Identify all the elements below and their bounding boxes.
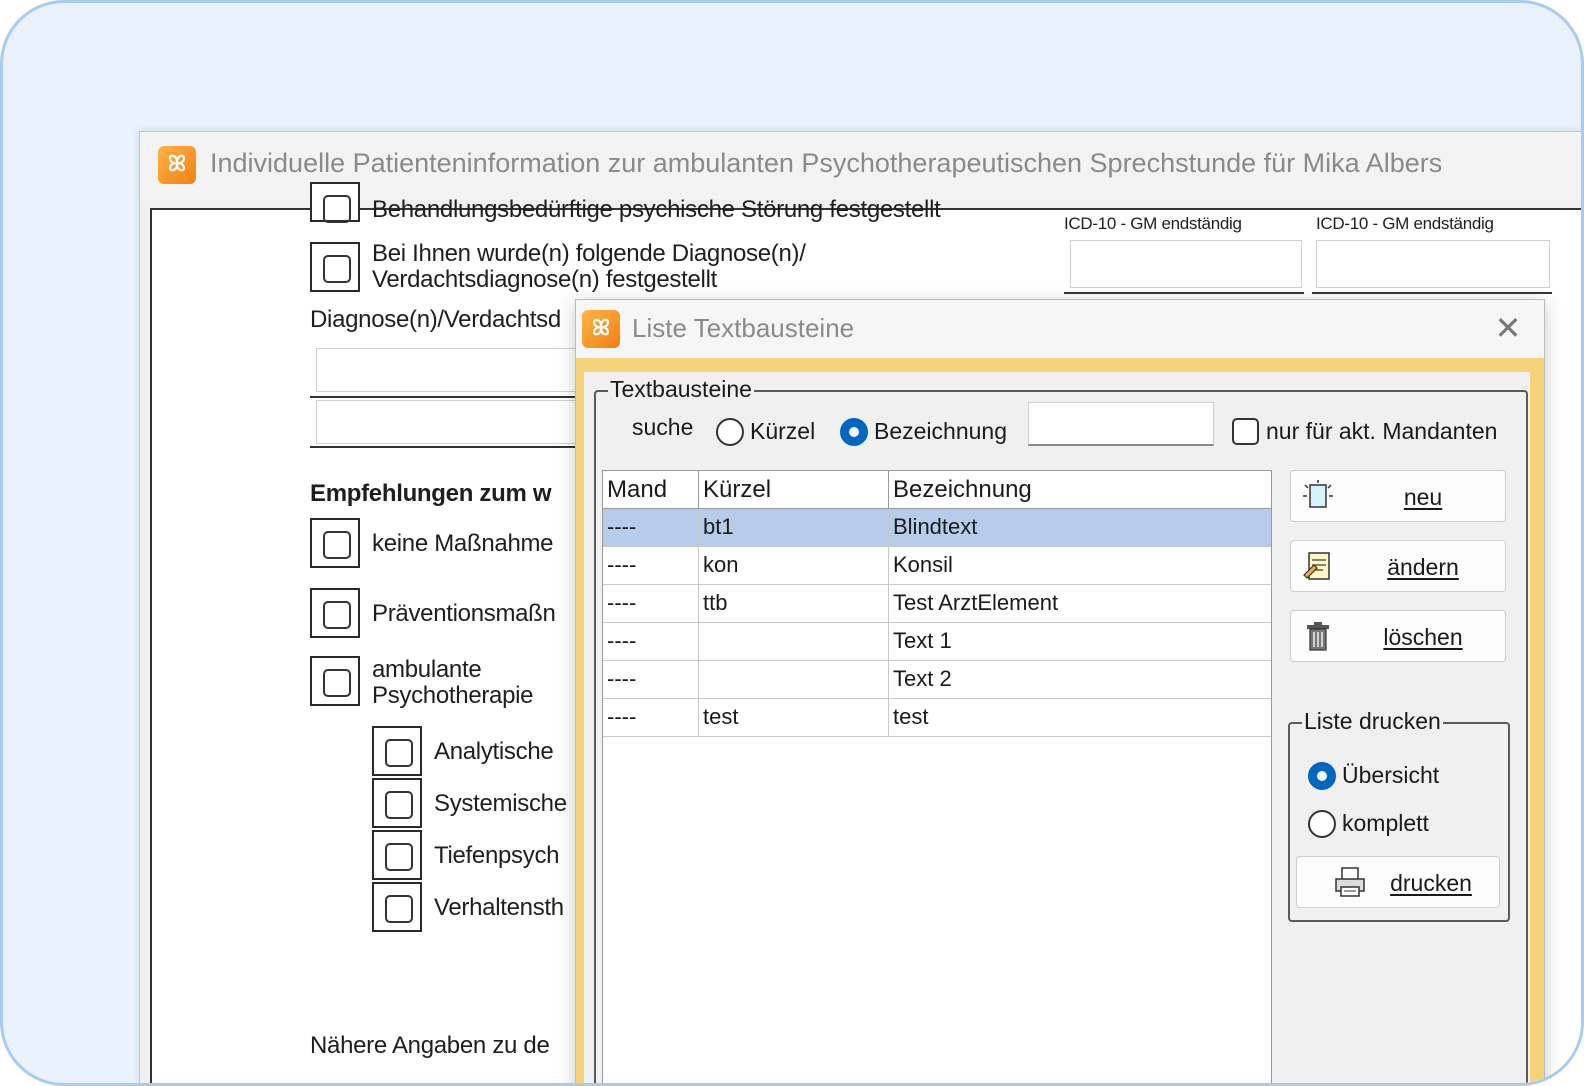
icd-label-1: ICD-10 - GM endständig bbox=[1064, 214, 1242, 233]
list-row[interactable]: ---- test test bbox=[603, 699, 1271, 737]
sub-systemisch-label: Systemische bbox=[434, 790, 567, 817]
print-button[interactable]: drucken bbox=[1296, 856, 1500, 908]
diagnosis-label: Diagnose(n)/Verdachtsd bbox=[310, 306, 561, 333]
checkbox-praevention[interactable] bbox=[310, 588, 360, 638]
delete-button-label: löschen bbox=[1383, 624, 1463, 650]
search-input[interactable] bbox=[1028, 402, 1214, 446]
edit-button-label: ändern bbox=[1387, 554, 1459, 580]
diagnosis-field-2[interactable] bbox=[316, 400, 596, 444]
new-document-icon bbox=[1303, 480, 1333, 508]
cell-bezeichnung: Test ArztElement bbox=[893, 590, 1059, 615]
icd-field-1[interactable] bbox=[1070, 240, 1302, 288]
icd-underline-2 bbox=[1312, 292, 1552, 294]
search-label: suche bbox=[632, 414, 694, 440]
delete-button[interactable]: löschen bbox=[1290, 610, 1506, 662]
cell-kuerzel bbox=[699, 661, 889, 699]
textbausteine-dialog: ꕤ Liste Textbausteine ✕ Textbausteine su… bbox=[575, 299, 1545, 1083]
icd-label-2: ICD-10 - GM endständig bbox=[1316, 214, 1494, 233]
dialog-title: Liste Textbausteine bbox=[632, 313, 855, 343]
app-logo-icon: ꕤ bbox=[158, 146, 196, 184]
radio-uebersicht[interactable] bbox=[1308, 762, 1336, 790]
cell-mand: ---- bbox=[603, 509, 699, 547]
dialog-titlebar: ꕤ Liste Textbausteine ✕ bbox=[576, 300, 1544, 358]
print-button-label: drucken bbox=[1390, 870, 1472, 896]
print-group-label: Liste drucken bbox=[1302, 708, 1443, 735]
textbausteine-group-label: Textbausteine bbox=[608, 376, 754, 403]
cell-bezeichnung: Text 1 bbox=[893, 628, 952, 653]
new-button-label: neu bbox=[1403, 484, 1443, 510]
sub-analytisch-label: Analytische bbox=[434, 738, 554, 765]
diagnosis-text-line2: Verdachtsdiagnose(n) festgestellt bbox=[372, 266, 717, 293]
cell-bezeichnung: Text 2 bbox=[893, 666, 952, 691]
trash-icon bbox=[1307, 622, 1329, 651]
radio-komplett[interactable] bbox=[1308, 810, 1336, 838]
cell-bezeichnung: test bbox=[893, 704, 929, 729]
radio-kuerzel[interactable] bbox=[716, 418, 744, 446]
checkbox-keine[interactable] bbox=[310, 518, 360, 568]
checkbox-systemisch[interactable] bbox=[372, 778, 422, 828]
option-keine-label: keine Maßnahme bbox=[372, 530, 554, 557]
list-row[interactable]: ---- Text 1 bbox=[603, 623, 1271, 661]
list-row[interactable]: ---- bt1 Blindtext bbox=[603, 509, 1271, 547]
diagnosis-text-line1: Bei Ihnen wurde(n) folgende Diagnose(n)/ bbox=[372, 240, 806, 267]
cell-mand: ---- bbox=[603, 547, 699, 585]
checkbox-analytisch[interactable] bbox=[372, 726, 422, 776]
icd-underline-1 bbox=[1064, 292, 1304, 294]
diagnosis-underline-1 bbox=[310, 396, 610, 398]
list-row[interactable]: ---- Text 2 bbox=[603, 661, 1271, 699]
column-header-kuerzel[interactable]: Kürzel bbox=[699, 471, 889, 509]
edit-document-icon bbox=[1303, 552, 1330, 580]
sub-tiefenpsych-label: Tiefenpsych bbox=[434, 842, 560, 869]
diagnosis-underline-2 bbox=[310, 446, 610, 448]
main-window-title: Individuelle Patienteninformation zur am… bbox=[210, 148, 1443, 178]
only-current-mandant-checkbox[interactable] bbox=[1232, 418, 1259, 445]
cell-kuerzel: ttb bbox=[699, 585, 889, 623]
checkbox-verhalten[interactable] bbox=[372, 882, 422, 932]
print-group: Liste drucken Übersicht komplett drucken bbox=[1288, 708, 1510, 922]
option-praevention-label: Präventionsmaßn bbox=[372, 600, 556, 627]
cell-kuerzel: bt1 bbox=[699, 509, 889, 547]
details-label: Nähere Angaben zu de bbox=[310, 1032, 550, 1059]
dialog-body: Textbausteine suche Kürzel Bezeichnung n… bbox=[584, 372, 1530, 1083]
list-row[interactable]: ---- kon Konsil bbox=[603, 547, 1271, 585]
sub-verhalten-label: Verhaltensth bbox=[434, 894, 564, 921]
checkbox-stoerung[interactable] bbox=[310, 182, 360, 223]
radio-komplett-label: komplett bbox=[1342, 810, 1429, 836]
form-top-cut-text: Behandlungsbedürftige psychische Störung… bbox=[372, 196, 941, 223]
checkbox-diagnose[interactable] bbox=[310, 242, 360, 292]
only-current-mandant-label: nur für akt. Mandanten bbox=[1266, 418, 1498, 444]
recommend-heading: Empfehlungen zum w bbox=[310, 480, 552, 507]
option-ambulant-label-1: ambulante bbox=[372, 656, 482, 683]
radio-kuerzel-label: Kürzel bbox=[750, 418, 816, 444]
diagnosis-field-1[interactable] bbox=[316, 348, 596, 392]
cell-bezeichnung: Blindtext bbox=[893, 514, 978, 539]
cell-mand: ---- bbox=[603, 585, 699, 623]
list-row[interactable]: ---- ttb Test ArztElement bbox=[603, 585, 1271, 623]
option-ambulant-label-2: Psychotherapie bbox=[372, 682, 534, 709]
list-header: Mand Kürzel Bezeichnung bbox=[603, 471, 1271, 509]
cell-bezeichnung: Konsil bbox=[893, 552, 953, 577]
cell-kuerzel: test bbox=[699, 699, 889, 737]
radio-uebersicht-label: Übersicht bbox=[1342, 762, 1440, 788]
screenshot-frame: ꕤ Individuelle Patienteninformation zur … bbox=[0, 0, 1584, 1086]
app-logo-icon: ꕤ bbox=[582, 310, 620, 348]
checkbox-ambulant[interactable] bbox=[310, 656, 360, 706]
cell-kuerzel bbox=[699, 623, 889, 661]
edit-button[interactable]: ändern bbox=[1290, 540, 1506, 592]
close-icon[interactable]: ✕ bbox=[1490, 310, 1526, 346]
cell-mand: ---- bbox=[603, 661, 699, 699]
radio-bezeichnung-label: Bezeichnung bbox=[874, 418, 1007, 444]
textbausteine-list[interactable]: Mand Kürzel Bezeichnung ---- bt1 Blindte… bbox=[602, 470, 1272, 1083]
cell-mand: ---- bbox=[603, 699, 699, 737]
checkbox-tiefenpsych[interactable] bbox=[372, 830, 422, 880]
cell-kuerzel: kon bbox=[699, 547, 889, 585]
printer-icon bbox=[1335, 867, 1365, 897]
radio-bezeichnung[interactable] bbox=[840, 418, 868, 446]
cell-mand: ---- bbox=[603, 623, 699, 661]
column-header-mand[interactable]: Mand bbox=[603, 471, 699, 509]
new-button[interactable]: neu bbox=[1290, 470, 1506, 522]
column-header-bezeichnung[interactable]: Bezeichnung bbox=[889, 471, 1273, 509]
icd-field-2[interactable] bbox=[1316, 240, 1550, 288]
textbausteine-group: Textbausteine suche Kürzel Bezeichnung n… bbox=[594, 376, 1528, 1083]
